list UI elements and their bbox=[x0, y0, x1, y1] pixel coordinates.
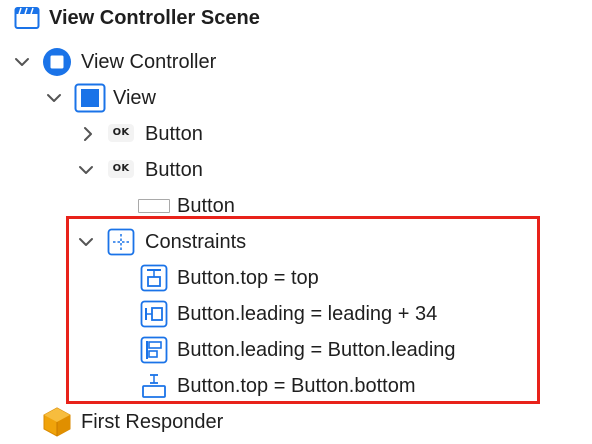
constraint-label: Button.top = top bbox=[177, 267, 319, 289]
button-ok-icon: OK bbox=[108, 124, 134, 142]
scene-title: View Controller Scene bbox=[49, 7, 260, 29]
outline-item-label: First Responder bbox=[81, 411, 224, 433]
chevron-down-icon[interactable] bbox=[43, 87, 65, 109]
outline-item-label: Button bbox=[177, 195, 235, 217]
storyboard-scene-icon bbox=[14, 6, 40, 35]
chevron-down-icon[interactable] bbox=[75, 159, 97, 181]
first-responder-icon bbox=[42, 406, 72, 443]
constraint-label: Button.top = Button.bottom bbox=[177, 375, 416, 397]
leading-space-constraint-icon bbox=[140, 300, 168, 333]
outline-item-label: View bbox=[113, 87, 156, 109]
button-ok-icon: OK bbox=[108, 160, 134, 178]
constraint-label: Button.leading = Button.leading bbox=[177, 339, 456, 361]
chevron-right-icon[interactable] bbox=[77, 123, 99, 145]
vertical-spacing-constraint-icon bbox=[140, 372, 168, 405]
top-space-constraint-icon bbox=[140, 264, 168, 297]
view-icon bbox=[74, 83, 106, 118]
chevron-down-icon[interactable] bbox=[75, 231, 97, 253]
leading-edges-constraint-icon bbox=[140, 336, 168, 369]
button-shape-icon bbox=[138, 199, 170, 213]
outline-item-label: Button bbox=[145, 123, 203, 145]
constraint-label: Button.leading = leading + 34 bbox=[177, 303, 438, 325]
outline-item-label: Constraints bbox=[145, 231, 247, 253]
outline-item-label: Button bbox=[145, 159, 203, 181]
outline-item-label: View Controller bbox=[81, 51, 217, 73]
chevron-down-icon[interactable] bbox=[11, 51, 33, 73]
constraints-icon bbox=[107, 228, 135, 261]
view-controller-icon bbox=[42, 47, 72, 82]
